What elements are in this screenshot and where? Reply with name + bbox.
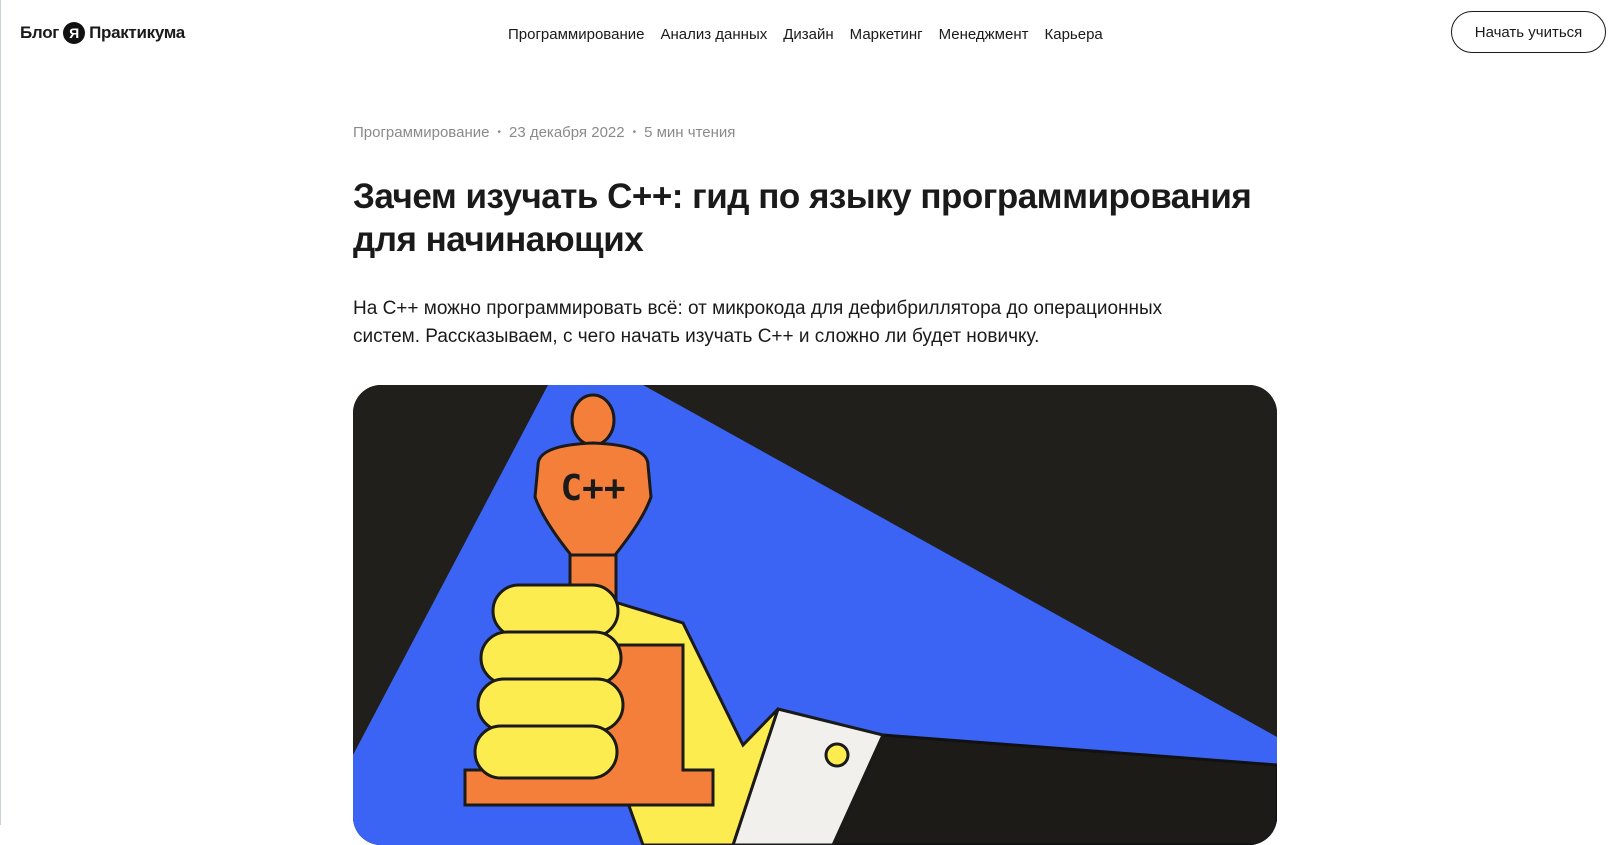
logo-text-left: Блог bbox=[20, 23, 60, 42]
article-title: Зачем изучать С++: гид по языку программ… bbox=[353, 177, 1252, 259]
article-meta: Программирование • 23 декабря 2022 • 5 м… bbox=[353, 124, 735, 141]
trophy-hand-illustration: C++ bbox=[353, 385, 1277, 845]
nav-item-marketing[interactable]: Маркетинг bbox=[850, 26, 923, 43]
article-date: 23 декабря 2022 bbox=[508, 124, 625, 141]
trophy-label: C++ bbox=[560, 468, 625, 509]
nav-item-data-analysis[interactable]: Анализ данных bbox=[660, 26, 767, 43]
start-learning-button[interactable]: Начать учиться bbox=[1451, 11, 1606, 53]
site-header: Блог Я Практикума Программирование Анали… bbox=[0, 0, 1624, 80]
logo-text-right: Практикума bbox=[89, 23, 185, 42]
article-category-link[interactable]: Программирование bbox=[353, 124, 489, 141]
article-lead: На С++ можно программировать всё: от мик… bbox=[353, 298, 1163, 347]
finger-4 bbox=[473, 724, 619, 780]
window-edge bbox=[0, 0, 1, 825]
nav-item-management[interactable]: Менеджмент bbox=[939, 26, 1029, 43]
meta-separator: • bbox=[497, 127, 501, 138]
finger-1 bbox=[491, 583, 620, 639]
trophy-head bbox=[570, 393, 616, 447]
article-read-time: 5 мин чтения bbox=[644, 124, 736, 141]
yandex-logo-icon: Я bbox=[63, 22, 86, 44]
nav-item-design[interactable]: Дизайн bbox=[783, 26, 833, 43]
cuff-button-icon bbox=[824, 742, 850, 768]
main-nav: Программирование Анализ данных Дизайн Ма… bbox=[508, 26, 1103, 43]
finger-2 bbox=[479, 630, 623, 686]
hero-illustration: C++ bbox=[353, 385, 1277, 845]
blog-logo[interactable]: Блог Я Практикума bbox=[20, 22, 185, 44]
finger-3 bbox=[476, 677, 625, 733]
meta-separator: • bbox=[632, 127, 637, 138]
nav-item-programming[interactable]: Программирование bbox=[508, 26, 644, 43]
nav-item-career[interactable]: Карьера bbox=[1045, 26, 1103, 43]
